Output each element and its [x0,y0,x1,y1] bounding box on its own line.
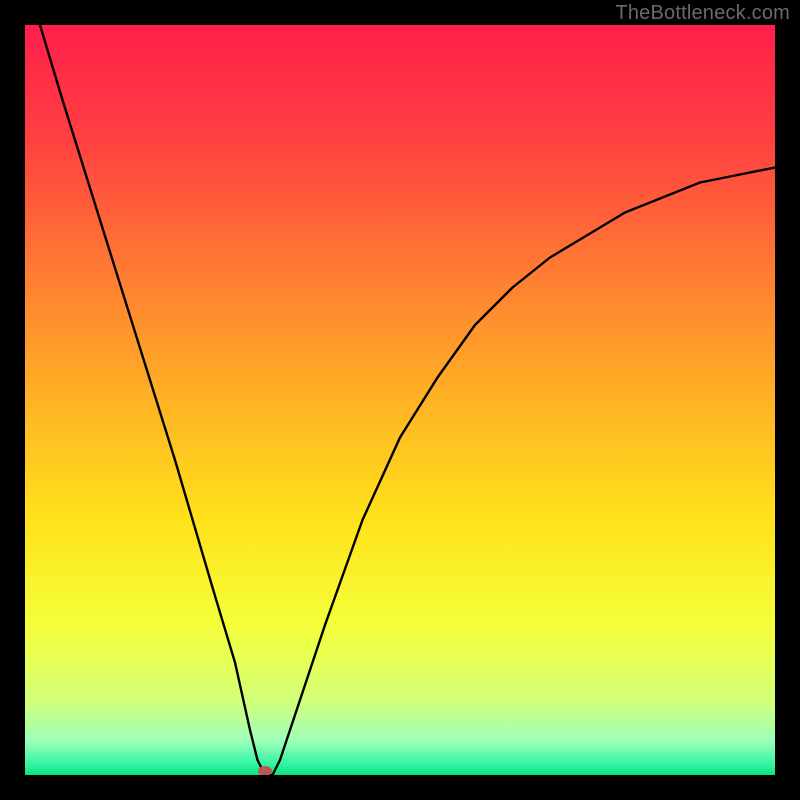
watermark-text: TheBottleneck.com [615,2,790,25]
chart-svg [25,25,775,775]
chart-background-gradient [25,25,775,775]
chart-plot-area [25,25,775,775]
